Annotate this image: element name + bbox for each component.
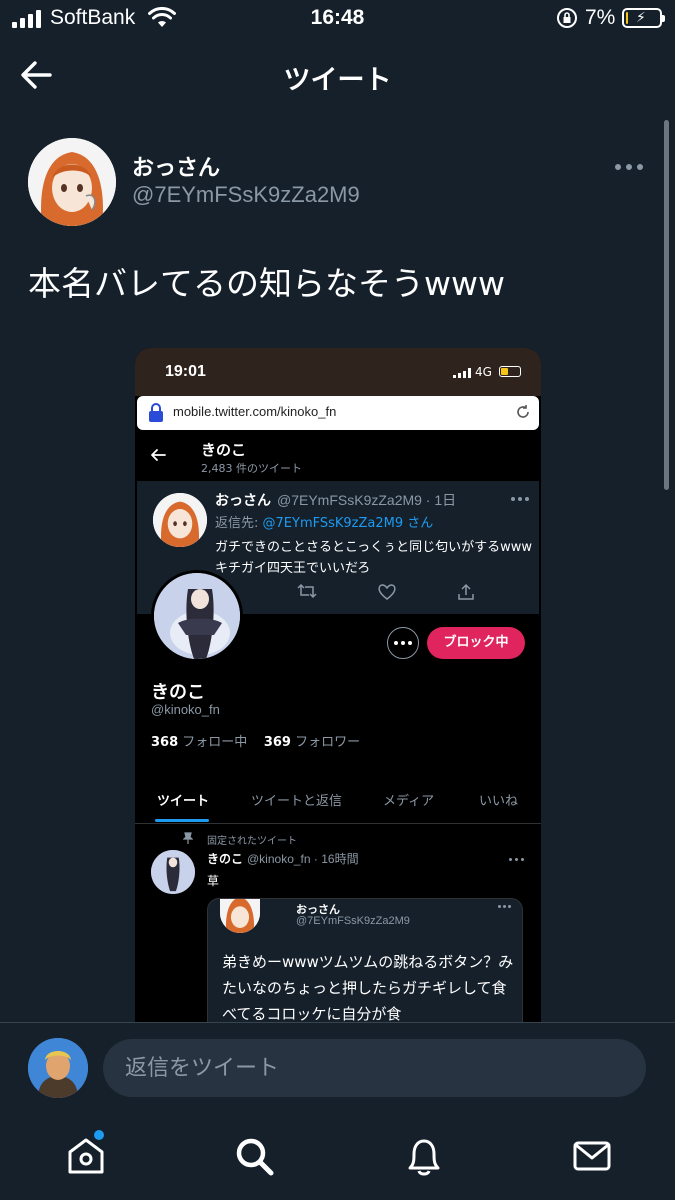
battery-icon: ⚡	[622, 8, 665, 28]
embedded-reply-avatar	[153, 493, 207, 547]
bottom-nav	[0, 1114, 675, 1200]
embedded-back-icon	[151, 449, 166, 461]
embedded-signal-icon	[453, 368, 471, 378]
embedded-profile-handle: @kinoko_fn	[151, 702, 220, 717]
embedded-pinned-handle: @kinoko_fn · 16時間	[247, 852, 359, 866]
embedded-network-label: 4G	[475, 365, 492, 379]
header: ツイート	[0, 40, 675, 112]
embedded-tab-tweets: ツイート	[157, 794, 210, 809]
pin-icon	[183, 832, 193, 844]
reload-icon	[517, 405, 529, 418]
embedded-url-bar: mobile.twitter.com/kinoko_fn	[137, 396, 539, 430]
embedded-reply-more-icon	[511, 497, 529, 501]
share-icon	[458, 583, 474, 600]
embedded-quote-tweet: おっさん @7EYmFSsK9zZa2M9 弟きめーwwwツムツムの跳ねるボタン…	[207, 898, 523, 1024]
embedded-profile-avatar	[151, 570, 243, 662]
embedded-tab-indicator	[155, 819, 209, 822]
embedded-profile-name: きのこ	[151, 682, 205, 703]
retweet-icon	[297, 583, 317, 599]
embedded-follow-stats: 368 フォロー中 369 フォロワー	[151, 735, 361, 750]
messages-icon	[573, 1141, 611, 1171]
nav-home[interactable]	[64, 1130, 108, 1178]
embedded-quote-more-icon	[498, 905, 511, 908]
author-name[interactable]: おっさん	[132, 150, 220, 182]
embedded-quote-avatar	[220, 899, 260, 933]
notification-dot	[94, 1130, 104, 1140]
embedded-tab-replies: ツイートと返信	[251, 794, 343, 809]
scrollbar[interactable]	[664, 120, 669, 490]
ellipsis-icon[interactable]	[615, 160, 645, 174]
author-handle[interactable]: @7EYmFSsK9zZa2M9	[132, 182, 360, 208]
embedded-reply-text: ガチできのことさるとこっくぅと同じ匂いがするwwwキチガイ四天王でいいだろ	[215, 540, 532, 576]
embedded-battery-icon	[499, 366, 521, 377]
nav-search[interactable]	[232, 1134, 276, 1178]
embedded-tab-likes: いいね	[479, 794, 519, 809]
embedded-status-time: 19:01	[165, 363, 206, 380]
embedded-reply-handle: @7EYmFSsK9zZa2M9 · 1日	[277, 492, 457, 508]
reply-input[interactable]	[103, 1039, 646, 1097]
nav-notifications[interactable]	[402, 1134, 446, 1178]
like-icon	[378, 584, 396, 600]
embedded-pinned-avatar	[151, 850, 195, 894]
page-title: ツイート	[283, 65, 392, 96]
embedded-quote-text: 弟きめーwwwツムツムの跳ねるボタン？みたいなのちょっと押したらガチギレして食べ…	[222, 953, 514, 1023]
charging-bolt-icon: ⚡	[636, 10, 646, 26]
tweet-text: 本名バレてるの知らなそうwww	[28, 264, 505, 303]
orientation-lock-icon	[557, 8, 577, 28]
embedded-tweet-count: 2,483 件のツイート	[201, 462, 302, 475]
status-bar: SoftBank 16:48 7% ⚡	[0, 0, 675, 40]
reply-bar	[0, 1022, 675, 1114]
tweet-image[interactable]: 19:01 4G mobile.twitter.com/kinoko_fn きの…	[135, 348, 541, 1024]
embedded-profile-more-icon	[387, 627, 419, 659]
user-avatar[interactable]	[28, 1038, 88, 1098]
battery-percent: 7%	[585, 6, 616, 29]
embedded-nav-name: きのこ	[201, 441, 247, 459]
lock-icon	[149, 403, 163, 422]
embedded-pinned-label: 固定されたツイート	[207, 836, 297, 847]
author-avatar[interactable]	[28, 138, 116, 226]
embedded-pinned-more-icon	[509, 858, 524, 861]
embedded-profile-tabs: ツイート ツイートと返信 メディア いいね	[135, 784, 541, 824]
search-icon	[236, 1138, 274, 1176]
embedded-quote-handle: @7EYmFSsK9zZa2M9	[296, 915, 410, 927]
anime-avatar-image	[28, 138, 116, 226]
embedded-pinned-text: 草	[207, 874, 220, 888]
embedded-pinned-author: きのこ	[207, 852, 244, 866]
embedded-tab-media: メディア	[383, 794, 435, 809]
notifications-icon	[408, 1139, 440, 1176]
embedded-url-text: mobile.twitter.com/kinoko_fn	[173, 404, 337, 419]
home-icon	[68, 1138, 104, 1174]
embedded-block-button: ブロック中	[427, 627, 525, 659]
embedded-status-bar: 19:01 4G	[135, 348, 541, 396]
battery-fill	[626, 12, 628, 24]
nav-messages[interactable]	[570, 1134, 614, 1178]
embedded-reply-author: おっさん	[215, 493, 271, 509]
embedded-reply-to: 返信先: @7EYmFSsK9zZa2M9 さん	[215, 516, 434, 531]
